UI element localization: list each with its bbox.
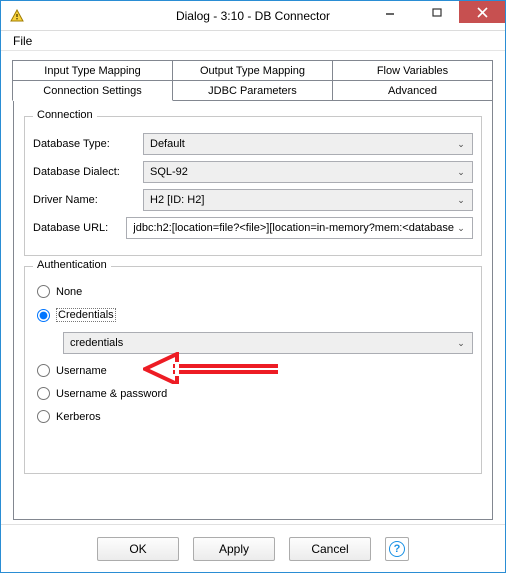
radio-username-password-input[interactable] [37, 387, 50, 400]
radio-kerberos-input[interactable] [37, 410, 50, 423]
radio-none-input[interactable] [37, 285, 50, 298]
label-driver-name: Driver Name: [33, 194, 143, 206]
close-button[interactable] [459, 1, 505, 23]
chevron-down-icon: ⌄ [454, 338, 468, 349]
select-database-type-value: Default [150, 138, 454, 150]
tab-input-type-mapping[interactable]: Input Type Mapping [12, 60, 173, 81]
combo-database-url[interactable]: jdbc:h2:[location=file?<file>][location=… [126, 217, 473, 239]
dialog-window: Dialog - 3:10 - DB Connector File Input … [0, 0, 506, 573]
radio-username-input[interactable] [37, 364, 50, 377]
titlebar: Dialog - 3:10 - DB Connector [1, 1, 505, 31]
tab-panel-connection-settings: Connection Database Type: Default ⌄ Data… [13, 100, 493, 520]
window-controls [367, 1, 505, 30]
help-icon: ? [389, 541, 405, 557]
tab-advanced[interactable]: Advanced [332, 80, 493, 101]
cancel-button[interactable]: Cancel [289, 537, 371, 561]
radio-username-password[interactable]: Username & password [37, 387, 473, 400]
select-driver-name[interactable]: H2 [ID: H2] ⌄ [143, 189, 473, 211]
tab-flow-variables[interactable]: Flow Variables [332, 60, 493, 81]
group-connection: Connection Database Type: Default ⌄ Data… [24, 116, 482, 256]
radio-kerberos-label: Kerberos [56, 411, 101, 423]
radio-credentials[interactable]: Credentials [37, 308, 473, 322]
group-authentication: Authentication None Credentials credenti… [24, 266, 482, 474]
radio-credentials-label: Credentials [56, 308, 116, 322]
group-authentication-legend: Authentication [33, 259, 111, 271]
radio-kerberos[interactable]: Kerberos [37, 410, 473, 423]
tab-output-type-mapping[interactable]: Output Type Mapping [172, 60, 333, 81]
tab-connection-settings[interactable]: Connection Settings [12, 80, 173, 101]
apply-button[interactable]: Apply [193, 537, 275, 561]
combo-database-url-value: jdbc:h2:[location=file?<file>][location=… [133, 222, 454, 234]
radio-username[interactable]: Username [37, 364, 473, 377]
chevron-down-icon: ⌄ [454, 139, 468, 150]
select-database-type[interactable]: Default ⌄ [143, 133, 473, 155]
maximize-button[interactable] [413, 1, 459, 23]
radio-username-password-label: Username & password [56, 388, 167, 400]
group-connection-legend: Connection [33, 109, 97, 121]
minimize-button[interactable] [367, 1, 413, 23]
select-credentials-value: credentials [70, 337, 454, 349]
help-button[interactable]: ? [385, 537, 409, 561]
select-database-dialect-value: SQL-92 [150, 166, 454, 178]
select-credentials[interactable]: credentials ⌄ [63, 332, 473, 354]
select-driver-name-value: H2 [ID: H2] [150, 194, 454, 206]
label-database-type: Database Type: [33, 138, 143, 150]
chevron-down-icon: ⌄ [454, 167, 468, 178]
radio-none-label: None [56, 286, 82, 298]
chevron-down-icon: ⌄ [454, 223, 468, 234]
content-area: Input Type Mapping Output Type Mapping F… [1, 51, 505, 524]
menu-file[interactable]: File [7, 32, 38, 50]
ok-button[interactable]: OK [97, 537, 179, 561]
app-icon [9, 8, 25, 24]
tab-jdbc-parameters[interactable]: JDBC Parameters [172, 80, 333, 101]
chevron-down-icon: ⌄ [454, 195, 468, 206]
radio-none[interactable]: None [37, 285, 473, 298]
select-database-dialect[interactable]: SQL-92 ⌄ [143, 161, 473, 183]
menubar: File [1, 31, 505, 51]
tabstrip: Input Type Mapping Output Type Mapping F… [13, 61, 493, 101]
radio-credentials-input[interactable] [37, 309, 50, 322]
radio-username-label: Username [56, 365, 107, 377]
label-database-url: Database URL: [33, 222, 126, 234]
label-database-dialect: Database Dialect: [33, 166, 143, 178]
button-bar: OK Apply Cancel ? [1, 524, 505, 572]
